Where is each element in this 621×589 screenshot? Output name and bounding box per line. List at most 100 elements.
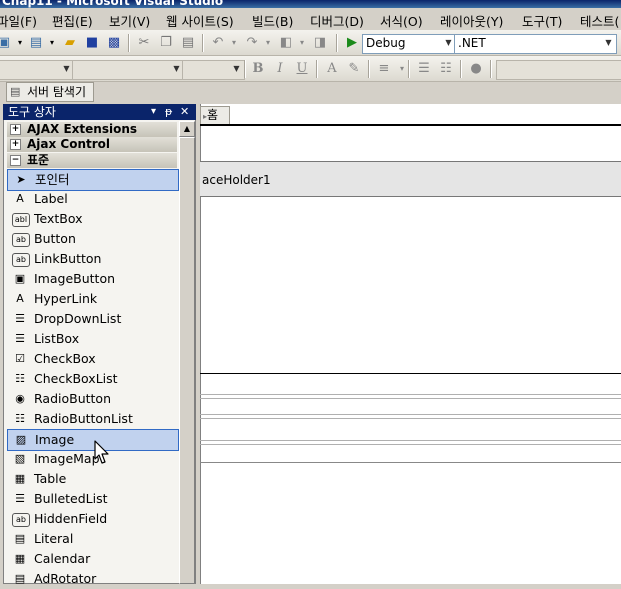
new-project-icon[interactable]: ▣ [0, 35, 12, 51]
menu-website[interactable]: 웹 사이트(S) [166, 11, 234, 30]
navigate-forward-icon[interactable]: ◨ [312, 35, 328, 51]
solution-platform-select[interactable]: .NET ▼ [454, 34, 617, 54]
toolbox-item[interactable]: ☑ CheckBox [7, 349, 177, 369]
scroll-up-arrow-icon[interactable]: ▲ [179, 121, 195, 137]
toolbox-item[interactable]: ▨ Image [7, 429, 179, 451]
toolbox-item[interactable]: ◉ RadioButton [7, 389, 177, 409]
paste-icon[interactable]: ▤ [180, 35, 196, 51]
underline-icon[interactable]: U [294, 61, 310, 77]
bullets-icon[interactable]: ☰ [416, 61, 432, 77]
highlight-icon[interactable]: ✎ [346, 61, 362, 77]
linkbutton-icon: ab [12, 253, 30, 267]
numbering-icon[interactable]: ☷ [438, 61, 454, 77]
toolbox-item[interactable]: ☷ CheckBoxList [7, 369, 177, 389]
toolbox-item-label: ImageButton [34, 271, 116, 286]
document-tab[interactable]: ▸홈 [200, 106, 230, 124]
add-item-icon[interactable]: ▤ [28, 35, 44, 51]
server-explorer-tab[interactable]: ▤ 서버 탐색기 [6, 82, 94, 102]
menu-format[interactable]: 서식(O) [380, 11, 423, 30]
document-tab-label: 홈 [207, 108, 219, 122]
toolbox-item-label: 포인터 [35, 172, 70, 187]
toolbox-item[interactable]: ☰ BulletedList [7, 489, 177, 509]
chevron-down-icon[interactable]: ▼ [602, 36, 615, 50]
dropdown-arrow-icon[interactable]: ▾ [12, 35, 28, 51]
divider-line [200, 440, 621, 441]
toolbox-item[interactable]: A Label [7, 189, 177, 209]
dropdown-arrow-icon[interactable]: ▾ [44, 35, 60, 51]
menu-view[interactable]: 보기(V) [109, 11, 150, 30]
toolbox-item[interactable]: ▦ Table [7, 469, 177, 489]
toolbox-category-label: Ajax Control [27, 137, 111, 151]
toolbox-category[interactable]: − 표준 [7, 153, 177, 168]
window-position-icon[interactable]: ▾ [151, 104, 156, 120]
auto-hide-pin-icon[interactable]: ᵽ [165, 104, 172, 120]
toolbox-category[interactable]: + Ajax Control [7, 137, 177, 152]
toolbox-category[interactable]: + AJAX Extensions [7, 122, 177, 137]
bold-icon[interactable]: B [250, 61, 266, 77]
save-all-icon[interactable]: ▩ [106, 35, 122, 51]
toolbox-item-label: Label [34, 191, 68, 206]
expand-icon[interactable]: + [10, 124, 21, 135]
toolbox-item[interactable]: ☰ ListBox [7, 329, 177, 349]
cut-icon[interactable]: ✂ [136, 35, 152, 51]
toolbox-item[interactable]: ▧ ImageMap [7, 449, 177, 469]
menu-edit[interactable]: 편집(E) [52, 11, 93, 30]
toolbox-item[interactable]: ab LinkButton [7, 249, 177, 269]
chevron-down-icon[interactable]: ▼ [230, 62, 243, 76]
menu-debug[interactable]: 디버그(D) [310, 11, 364, 30]
record-icon[interactable]: ● [468, 61, 484, 77]
block-format-select[interactable]: ▼ [0, 60, 75, 80]
undo-icon[interactable]: ↶ [210, 35, 226, 51]
solution-config-select[interactable]: Debug ▼ [362, 34, 457, 54]
font-name-select[interactable]: ▼ [72, 60, 185, 80]
toolbox-item[interactable]: ▣ ImageButton [7, 269, 177, 289]
divider-line [200, 414, 621, 415]
navigate-backward-icon[interactable]: ◧ [278, 35, 294, 51]
toolbox-item-label: Image [35, 432, 75, 447]
toolbox-item[interactable]: A HyperLink [7, 289, 177, 309]
divider-line [200, 462, 621, 463]
radiobutton-icon: ◉ [15, 392, 25, 405]
align-icon[interactable]: ≡ [376, 61, 392, 77]
copy-icon[interactable]: ❐ [158, 35, 174, 51]
menu-build[interactable]: 빌드(B) [252, 11, 293, 30]
toolbox-title-bar[interactable]: 도구 상자 ▾ ᵽ ✕ [3, 104, 196, 120]
checkbox-icon: ☑ [15, 352, 25, 365]
literal-icon: ▤ [14, 532, 26, 545]
content-placeholder[interactable]: aceHolder1 [200, 161, 621, 197]
italic-icon[interactable]: I [272, 61, 288, 77]
redo-icon[interactable]: ↷ [244, 35, 260, 51]
toolbox-item-label: CheckBoxList [34, 371, 118, 386]
menu-test[interactable]: 테스트( [580, 11, 619, 30]
toolbox-item-label: AdRotator [34, 571, 97, 586]
toolbox-item[interactable]: ☰ DropDownList [7, 309, 177, 329]
expand-icon[interactable]: + [10, 139, 21, 150]
dropdown-arrow-icon[interactable]: ▾ [294, 35, 310, 51]
toolbox-item[interactable]: ▤ Literal [7, 529, 177, 549]
style-select[interactable] [496, 60, 621, 80]
toolbox-item[interactable]: ▦ Calendar [7, 549, 177, 569]
toolbox-item[interactable]: ab Button [7, 229, 177, 249]
dropdown-arrow-icon[interactable]: ▾ [226, 35, 242, 51]
collapse-icon[interactable]: − [10, 155, 21, 166]
toolbox-item[interactable]: ☷ RadioButtonList [7, 409, 177, 429]
menu-layout[interactable]: 레이아웃(Y) [440, 11, 503, 30]
toolbox-item[interactable]: abl TextBox [7, 209, 177, 229]
save-icon[interactable]: ■ [84, 35, 100, 51]
toolbox-item[interactable]: ▤ AdRotator [7, 569, 177, 589]
calendar-icon: ▦ [14, 552, 26, 565]
toolbox-item[interactable]: ➤ 포인터 [7, 169, 179, 191]
toolbox-item[interactable]: ab HiddenField [7, 509, 177, 529]
font-color-icon[interactable]: A [324, 61, 340, 77]
scroll-thumb[interactable] [179, 137, 195, 584]
button-icon: ab [12, 233, 30, 247]
open-folder-icon[interactable]: ▰ [62, 35, 78, 51]
window-title: Chap11 - Microsoft Visual Studio [2, 0, 224, 8]
start-debugging-icon[interactable]: ▶ [344, 35, 360, 51]
close-icon[interactable]: ✕ [180, 104, 189, 120]
dropdownlist-icon: ☰ [15, 312, 25, 325]
menu-tools[interactable]: 도구(T) [522, 11, 562, 30]
font-size-select[interactable]: ▼ [182, 60, 245, 80]
menu-file[interactable]: 파일(F) [0, 11, 37, 30]
dropdown-arrow-icon[interactable]: ▾ [260, 35, 276, 51]
